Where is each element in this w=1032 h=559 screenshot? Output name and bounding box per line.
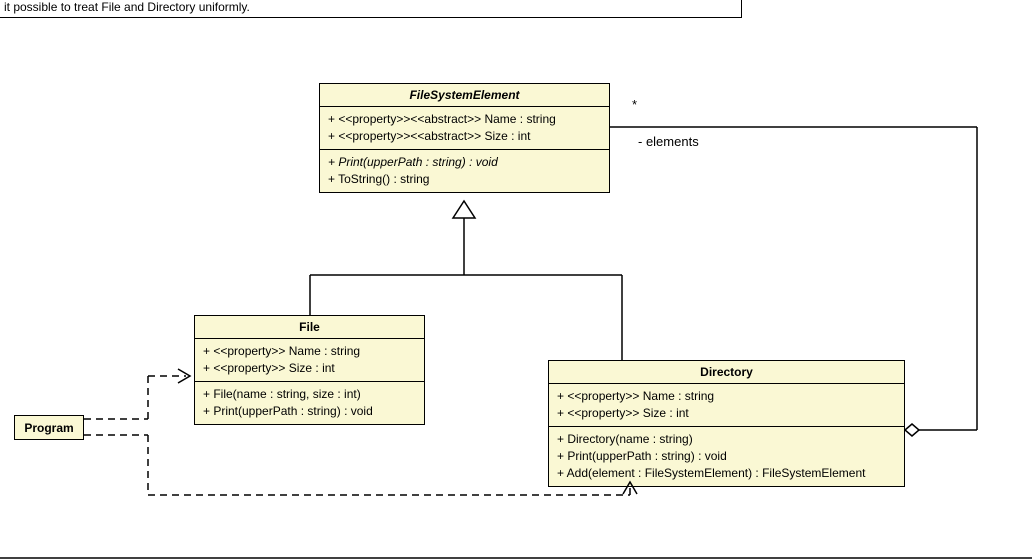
attribute: + <<property>> Size : int — [557, 405, 896, 422]
attribute: + <<property>> Size : int — [203, 360, 416, 377]
class-directory: Directory + <<property>> Name : string +… — [548, 360, 905, 487]
operation: + ToString() : string — [328, 171, 601, 188]
operation: + Print(upperPath : string) : void — [557, 448, 896, 465]
aggregation-diamond-icon — [905, 424, 919, 436]
attributes-section: + <<property>><<abstract>> Name : string… — [320, 107, 609, 150]
attribute: + <<property>> Name : string — [557, 388, 896, 405]
operation: + Add(element : FileSystemElement) : Fil… — [557, 465, 896, 482]
operation: + Print(upperPath : string) : void — [328, 154, 601, 171]
operations-section: + Print(upperPath : string) : void + ToS… — [320, 150, 609, 192]
attribute: + <<property>><<abstract>> Size : int — [328, 128, 601, 145]
operations-section: + File(name : string, size : int) + Prin… — [195, 382, 424, 424]
class-file: File + <<property>> Name : string + <<pr… — [194, 315, 425, 425]
dependency-arrowhead-icon — [178, 369, 190, 383]
generalization-arrowhead-icon — [453, 201, 475, 218]
operation: + Directory(name : string) — [557, 431, 896, 448]
attribute: + <<property>><<abstract>> Name : string — [328, 111, 601, 128]
note-text: it possible to treat File and Directory … — [0, 0, 742, 18]
class-title: File — [195, 316, 424, 339]
class-title: Directory — [549, 361, 904, 384]
role-label: - elements — [638, 134, 699, 149]
class-title: Program — [24, 421, 73, 435]
multiplicity-label: * — [632, 97, 637, 112]
attribute: + <<property>> Name : string — [203, 343, 416, 360]
class-title: FileSystemElement — [320, 84, 609, 107]
operation: + Print(upperPath : string) : void — [203, 403, 416, 420]
operation: + File(name : string, size : int) — [203, 386, 416, 403]
attributes-section: + <<property>> Name : string + <<propert… — [195, 339, 424, 382]
operations-section: + Directory(name : string) + Print(upper… — [549, 427, 904, 486]
attributes-section: + <<property>> Name : string + <<propert… — [549, 384, 904, 427]
class-program: Program — [14, 415, 84, 440]
class-filesystemelement: FileSystemElement + <<property>><<abstra… — [319, 83, 610, 193]
